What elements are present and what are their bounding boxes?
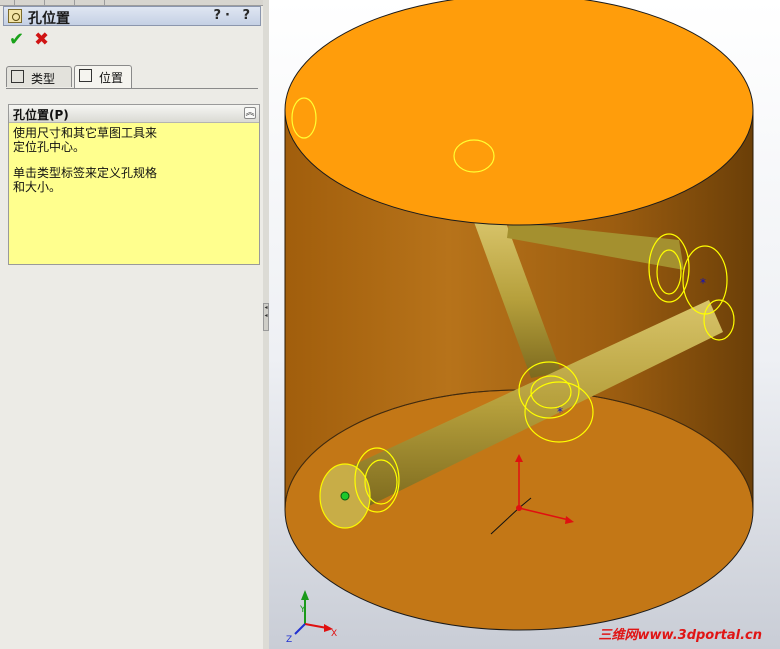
message-line-1: 使用尺寸和其它草图工具来: [13, 126, 158, 140]
graphics-area[interactable]: * * Y X Z 三维网www.3dportal.cn: [269, 0, 780, 649]
tab-position[interactable]: 位置: [74, 65, 132, 88]
hole-point-marker-1[interactable]: *: [557, 405, 563, 419]
cancel-button[interactable]: ✖: [34, 31, 52, 49]
manager-tab-2[interactable]: [30, 0, 45, 5]
ok-button[interactable]: ✔: [9, 31, 27, 49]
watermark-text: 三维网www.3dportal.cn: [598, 628, 762, 643]
position-tab-icon: [79, 69, 92, 82]
type-tab-icon: [11, 70, 24, 83]
hole-center-point-green[interactable]: [340, 491, 350, 501]
section-title: 孔位置(P): [13, 108, 69, 122]
tab-strip: 类型 位置: [6, 65, 258, 89]
hole-point-marker-2[interactable]: *: [700, 276, 706, 290]
hole-wizard-icon: [8, 9, 22, 23]
model-view[interactable]: * * Y X Z: [269, 0, 780, 649]
manager-tab-1[interactable]: [0, 0, 15, 5]
property-manager-panel: 孔位置 ?· ? ✔ ✖ 类型 位置 孔位置(P) ︽ 使用尺寸和其它草图工具来…: [0, 0, 264, 649]
triad-x-label: X: [331, 629, 337, 639]
tab-type-label: 类型: [31, 72, 56, 86]
triad-z-label: Z: [286, 635, 292, 645]
help-icon[interactable]: ?· ?: [213, 8, 254, 23]
message-line-2: 定位孔中心。: [13, 140, 86, 154]
property-manager-title-bar: 孔位置 ?· ?: [3, 6, 261, 27]
message-line-3: 单击类型标签来定义孔规格: [13, 166, 158, 180]
hole-position-section: 孔位置(P) ︽ 使用尺寸和其它草图工具来 定位孔中心。 单击类型标签来定义孔规…: [8, 104, 260, 265]
message-line-4: 和大小。: [13, 180, 62, 194]
reference-triad[interactable]: Y X Z: [286, 590, 337, 645]
hole-position-section-header[interactable]: 孔位置(P) ︽: [9, 105, 259, 123]
collapse-icon[interactable]: ︽: [244, 107, 256, 119]
manager-tab-4[interactable]: [90, 0, 105, 5]
tab-position-label: 位置: [99, 71, 124, 85]
cylinder-top-face[interactable]: [284, 0, 754, 226]
property-manager-title: 孔位置: [28, 11, 70, 27]
triad-y-label: Y: [299, 605, 306, 615]
manager-tab-3[interactable]: [60, 0, 75, 5]
tab-type[interactable]: 类型: [6, 66, 72, 87]
